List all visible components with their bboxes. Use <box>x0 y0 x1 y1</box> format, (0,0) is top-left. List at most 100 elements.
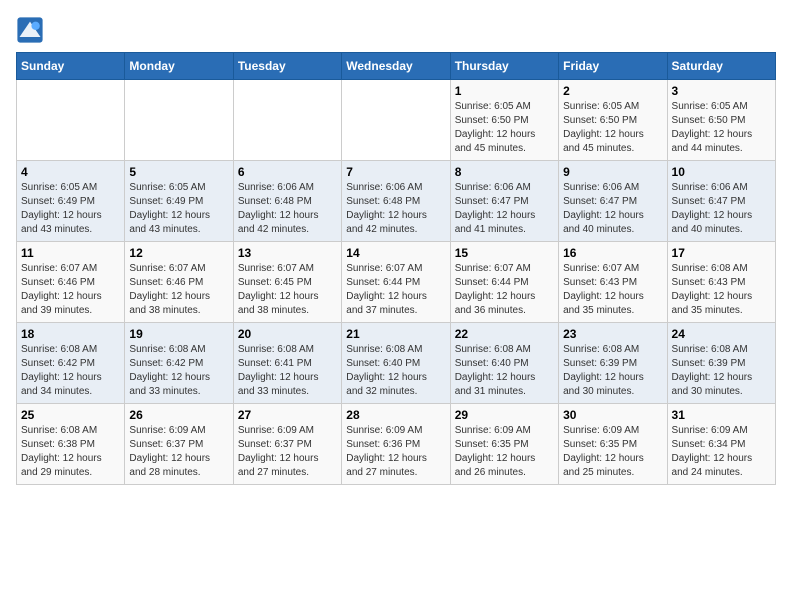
day-number: 26 <box>129 408 228 422</box>
day-number: 10 <box>672 165 771 179</box>
day-number: 23 <box>563 327 662 341</box>
day-info: Sunrise: 6:07 AM Sunset: 6:43 PM Dayligh… <box>563 262 662 318</box>
day-number: 14 <box>346 246 445 260</box>
calendar-cell: 22 Sunrise: 6:08 AM Sunset: 6:40 PM Dayli… <box>450 323 558 404</box>
calendar-cell: 5Sunrise: 6:05 AM Sunset: 6:49 PM Daylig… <box>125 161 233 242</box>
day-number: 24 <box>672 327 771 341</box>
calendar-cell: 16 Sunrise: 6:07 AM Sunset: 6:43 PM Dayli… <box>559 242 667 323</box>
day-number: 1 <box>455 84 554 98</box>
calendar-cell: 30 Sunrise: 6:09 AM Sunset: 6:35 PM Dayli… <box>559 404 667 485</box>
day-info: Sunrise: 6:09 AM Sunset: 6:34 PM Dayligh… <box>672 424 771 480</box>
day-info: Sunrise: 6:07 AM Sunset: 6:45 PM Dayligh… <box>238 262 337 318</box>
calendar-cell: 31 Sunrise: 6:09 AM Sunset: 6:34 PM Dayli… <box>667 404 775 485</box>
page-header <box>16 16 776 44</box>
day-number: 25 <box>21 408 120 422</box>
calendar-cell <box>17 80 125 161</box>
calendar-cell <box>342 80 450 161</box>
col-header-sunday: Sunday <box>17 53 125 80</box>
day-info: Sunrise: 6:08 AM Sunset: 6:40 PM Dayligh… <box>346 343 445 399</box>
calendar-cell: 6 Sunrise: 6:06 AM Sunset: 6:48 PM Daylig… <box>233 161 341 242</box>
day-info: Sunrise: 6:05 AM Sunset: 6:50 PM Dayligh… <box>672 100 771 156</box>
day-info: Sunrise: 6:07 AM Sunset: 6:44 PM Dayligh… <box>346 262 445 318</box>
day-number: 4 <box>21 165 120 179</box>
day-number: 13 <box>238 246 337 260</box>
col-header-monday: Monday <box>125 53 233 80</box>
day-info: Sunrise: 6:09 AM Sunset: 6:36 PM Dayligh… <box>346 424 445 480</box>
day-number: 17 <box>672 246 771 260</box>
day-number: 3 <box>672 84 771 98</box>
calendar-cell: 15 Sunrise: 6:07 AM Sunset: 6:44 PM Dayli… <box>450 242 558 323</box>
col-header-thursday: Thursday <box>450 53 558 80</box>
day-info: Sunrise: 6:09 AM Sunset: 6:37 PM Dayligh… <box>129 424 228 480</box>
day-info: Sunrise: 6:06 AM Sunset: 6:47 PM Dayligh… <box>563 181 662 237</box>
logo-icon <box>16 16 44 44</box>
day-number: 31 <box>672 408 771 422</box>
day-info: Sunrise: 6:05 AM Sunset: 6:50 PM Dayligh… <box>455 100 554 156</box>
day-info: Sunrise: 6:08 AM Sunset: 6:40 PM Dayligh… <box>455 343 554 399</box>
calendar-cell: 26 Sunrise: 6:09 AM Sunset: 6:37 PM Dayli… <box>125 404 233 485</box>
col-header-tuesday: Tuesday <box>233 53 341 80</box>
day-info: Sunrise: 6:08 AM Sunset: 6:38 PM Dayligh… <box>21 424 120 480</box>
day-number: 2 <box>563 84 662 98</box>
day-number: 22 <box>455 327 554 341</box>
calendar-cell: 1 Sunrise: 6:05 AM Sunset: 6:50 PM Daylig… <box>450 80 558 161</box>
day-info: Sunrise: 6:07 AM Sunset: 6:44 PM Dayligh… <box>455 262 554 318</box>
day-number: 6 <box>238 165 337 179</box>
calendar-cell: 12Sunrise: 6:07 AM Sunset: 6:46 PM Dayli… <box>125 242 233 323</box>
day-number: 9 <box>563 165 662 179</box>
day-info: Sunrise: 6:05 AM Sunset: 6:50 PM Dayligh… <box>563 100 662 156</box>
day-number: 28 <box>346 408 445 422</box>
calendar-cell: 9 Sunrise: 6:06 AM Sunset: 6:47 PM Daylig… <box>559 161 667 242</box>
day-number: 30 <box>563 408 662 422</box>
day-info: Sunrise: 6:06 AM Sunset: 6:47 PM Dayligh… <box>455 181 554 237</box>
calendar-cell: 24 Sunrise: 6:08 AM Sunset: 6:39 PM Dayli… <box>667 323 775 404</box>
calendar-cell: 19Sunrise: 6:08 AM Sunset: 6:42 PM Dayli… <box>125 323 233 404</box>
week-row-5: 25 Sunrise: 6:08 AM Sunset: 6:38 PM Dayli… <box>17 404 776 485</box>
logo <box>16 16 48 44</box>
day-number: 7 <box>346 165 445 179</box>
calendar-cell: 29Sunrise: 6:09 AM Sunset: 6:35 PM Dayli… <box>450 404 558 485</box>
calendar-cell: 25 Sunrise: 6:08 AM Sunset: 6:38 PM Dayli… <box>17 404 125 485</box>
day-number: 8 <box>455 165 554 179</box>
calendar-cell: 23Sunrise: 6:08 AM Sunset: 6:39 PM Dayli… <box>559 323 667 404</box>
col-header-saturday: Saturday <box>667 53 775 80</box>
calendar-cell: 3 Sunrise: 6:05 AM Sunset: 6:50 PM Daylig… <box>667 80 775 161</box>
day-number: 29 <box>455 408 554 422</box>
calendar-cell: 20Sunrise: 6:08 AM Sunset: 6:41 PM Dayli… <box>233 323 341 404</box>
day-number: 5 <box>129 165 228 179</box>
day-info: Sunrise: 6:06 AM Sunset: 6:47 PM Dayligh… <box>672 181 771 237</box>
day-number: 21 <box>346 327 445 341</box>
day-number: 16 <box>563 246 662 260</box>
day-info: Sunrise: 6:08 AM Sunset: 6:43 PM Dayligh… <box>672 262 771 318</box>
calendar-cell: 21 Sunrise: 6:08 AM Sunset: 6:40 PM Dayli… <box>342 323 450 404</box>
calendar-table: SundayMondayTuesdayWednesdayThursdayFrid… <box>16 52 776 485</box>
day-info: Sunrise: 6:06 AM Sunset: 6:48 PM Dayligh… <box>346 181 445 237</box>
calendar-cell: 17 Sunrise: 6:08 AM Sunset: 6:43 PM Dayli… <box>667 242 775 323</box>
day-number: 12 <box>129 246 228 260</box>
calendar-cell: 2 Sunrise: 6:05 AM Sunset: 6:50 PM Daylig… <box>559 80 667 161</box>
day-info: Sunrise: 6:08 AM Sunset: 6:42 PM Dayligh… <box>21 343 120 399</box>
calendar-cell: 13 Sunrise: 6:07 AM Sunset: 6:45 PM Dayli… <box>233 242 341 323</box>
day-info: Sunrise: 6:09 AM Sunset: 6:35 PM Dayligh… <box>563 424 662 480</box>
calendar-cell: 14 Sunrise: 6:07 AM Sunset: 6:44 PM Dayli… <box>342 242 450 323</box>
calendar-cell: 28 Sunrise: 6:09 AM Sunset: 6:36 PM Dayli… <box>342 404 450 485</box>
day-number: 27 <box>238 408 337 422</box>
day-number: 15 <box>455 246 554 260</box>
calendar-cell: 8 Sunrise: 6:06 AM Sunset: 6:47 PM Daylig… <box>450 161 558 242</box>
calendar-cell <box>125 80 233 161</box>
day-info: Sunrise: 6:08 AM Sunset: 6:39 PM Dayligh… <box>672 343 771 399</box>
calendar-cell: 10 Sunrise: 6:06 AM Sunset: 6:47 PM Dayli… <box>667 161 775 242</box>
week-row-2: 4 Sunrise: 6:05 AM Sunset: 6:49 PM Daylig… <box>17 161 776 242</box>
col-header-friday: Friday <box>559 53 667 80</box>
day-info: Sunrise: 6:06 AM Sunset: 6:48 PM Dayligh… <box>238 181 337 237</box>
week-row-1: 1 Sunrise: 6:05 AM Sunset: 6:50 PM Daylig… <box>17 80 776 161</box>
calendar-cell: 18Sunrise: 6:08 AM Sunset: 6:42 PM Dayli… <box>17 323 125 404</box>
day-info: Sunrise: 6:07 AM Sunset: 6:46 PM Dayligh… <box>21 262 120 318</box>
calendar-cell <box>233 80 341 161</box>
day-number: 11 <box>21 246 120 260</box>
week-row-4: 18Sunrise: 6:08 AM Sunset: 6:42 PM Dayli… <box>17 323 776 404</box>
day-info: Sunrise: 6:05 AM Sunset: 6:49 PM Dayligh… <box>21 181 120 237</box>
col-header-wednesday: Wednesday <box>342 53 450 80</box>
day-info: Sunrise: 6:08 AM Sunset: 6:41 PM Dayligh… <box>238 343 337 399</box>
header-row: SundayMondayTuesdayWednesdayThursdayFrid… <box>17 53 776 80</box>
